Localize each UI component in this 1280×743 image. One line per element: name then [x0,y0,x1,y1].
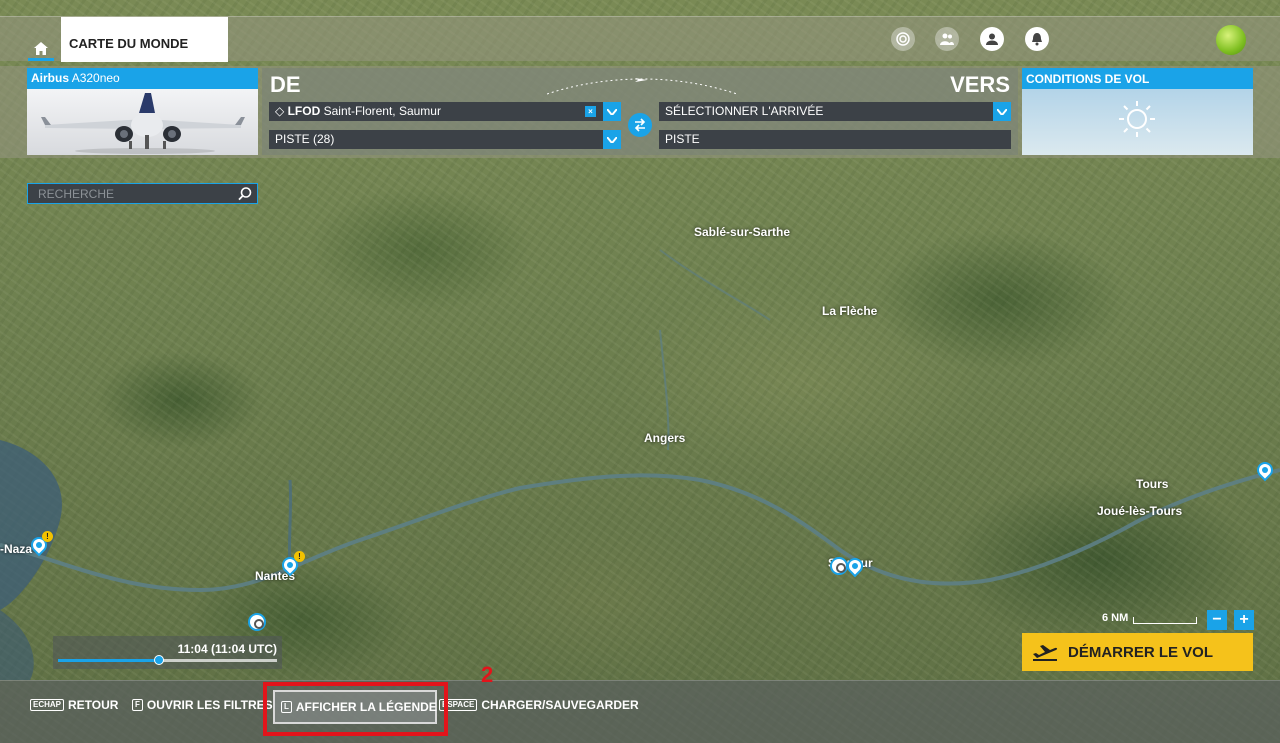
arrival-airport-field[interactable]: SÉLECTIONNER L'ARRIVÉE [659,102,1011,121]
airport-target-icon[interactable] [248,613,266,631]
airplane-icon [41,93,245,154]
chevron-down-icon[interactable] [603,102,621,121]
flight-conditions-card[interactable]: CONDITIONS DE VOL [1022,68,1253,155]
filters-label: OUVRIR LES FILTRES [146,698,273,712]
notification-button[interactable] [1025,27,1049,51]
activity-icon [896,32,910,46]
bottom-hint-bar: ECHAP RETOUR F OUVRIR LES FILTRES L AFFI… [0,680,1280,743]
aircraft-selection-card[interactable]: Airbus A320neo [27,68,258,155]
warning-icon: ! [42,531,53,542]
back-button[interactable]: ECHAP RETOUR [30,698,118,712]
city-label: -Naza [0,542,33,556]
start-flight-button[interactable]: DÉMARRER LE VOL [1022,633,1253,671]
multiplayer-icon [940,33,954,45]
arrival-runway-field[interactable]: PISTE [659,130,1011,149]
top-navigation-bar: CARTE DU MONDE [0,16,1280,62]
departure-title: DE [270,72,301,97]
city-label: Sablé-sur-Sarthe [694,225,791,239]
home-button[interactable] [28,37,54,61]
city-label: Tours [1136,477,1169,491]
swap-route-button[interactable] [628,113,652,137]
takeoff-icon [1033,645,1058,661]
home-icon [34,41,48,55]
back-label: RETOUR [68,698,119,712]
route-arc [547,78,737,95]
aircraft-model: A320neo [71,71,120,85]
avatar[interactable] [1216,25,1246,55]
departure-airport-icon[interactable] [830,557,848,575]
aircraft-image [27,89,258,155]
sun-icon [1119,101,1155,137]
notification-icon [1032,32,1042,45]
chevron-down-icon[interactable] [603,130,621,149]
time-slider-fill [58,659,159,662]
aircraft-title: Airbus A320neo [27,68,258,89]
city-label: Joué-lès-Tours [1097,504,1183,518]
time-label: 11:04 (11:04 UTC) [177,642,277,656]
flight-conditions-title: CONDITIONS DE VOL [1022,68,1253,89]
key-f: F [132,699,143,711]
arrival-title: VERS [950,72,1010,97]
aircraft-brand: Airbus [31,71,70,85]
arrival-placeholder: SÉLECTIONNER L'ARRIVÉE [665,104,824,118]
time-slider-handle[interactable] [153,655,164,665]
start-flight-label: DÉMARRER LE VOL [1068,643,1214,661]
search-input[interactable] [28,184,233,203]
multiplayer-button[interactable] [935,27,959,51]
load-save-button[interactable]: ESPACE CHARGER/SAUVEGARDER [439,698,639,712]
time-slider[interactable] [58,655,277,665]
annotation-highlight-box [263,682,448,736]
save-label: CHARGER/SAUVEGARDER [481,698,639,712]
tab-world-map[interactable]: CARTE DU MONDE [61,17,228,62]
key-escape: ECHAP [30,699,65,711]
zoom-out-button[interactable]: − [1207,610,1227,630]
profile-icon [986,33,998,45]
departure-runway-field[interactable]: PISTE (28) [269,130,621,149]
departure-runway: PISTE (28) [275,132,335,146]
profile-button[interactable] [980,27,1004,51]
departure-code: LFOD [287,104,321,118]
zoom-in-button[interactable]: + [1234,610,1254,630]
departure-airport-field[interactable]: ◇ LFOD Saint-Florent, Saumur × [269,102,621,121]
arrival-runway: PISTE [665,132,700,146]
open-filters-button[interactable]: F OUVRIR LES FILTRES [132,698,273,712]
warning-icon: ! [294,551,305,562]
chevron-down-icon[interactable] [993,102,1011,121]
city-label: Angers [644,431,686,445]
annotation-step-number: 2 [481,662,494,687]
map-search [27,183,258,204]
map-scale-bar [1133,617,1197,624]
flight-plan-panel: Airbus A320neo DE VERS ◇ LFOD Saint-Flor… [0,66,1280,158]
clear-departure-button[interactable]: × [585,106,596,117]
time-of-day-control: 11:04 (11:04 UTC) [53,636,282,669]
activity-button[interactable] [891,27,915,51]
swap-icon [634,118,646,132]
route-selector: DE VERS ◇ LFOD Saint-Florent, Saumur × P… [262,68,1018,155]
airport-marker-icon: ◇ [275,104,285,118]
map-scale-label: 6 NM [1102,612,1129,624]
departure-name: Saint-Florent, Saumur [323,104,441,118]
search-icon[interactable] [237,186,253,202]
city-label: La Flèche [822,304,878,318]
